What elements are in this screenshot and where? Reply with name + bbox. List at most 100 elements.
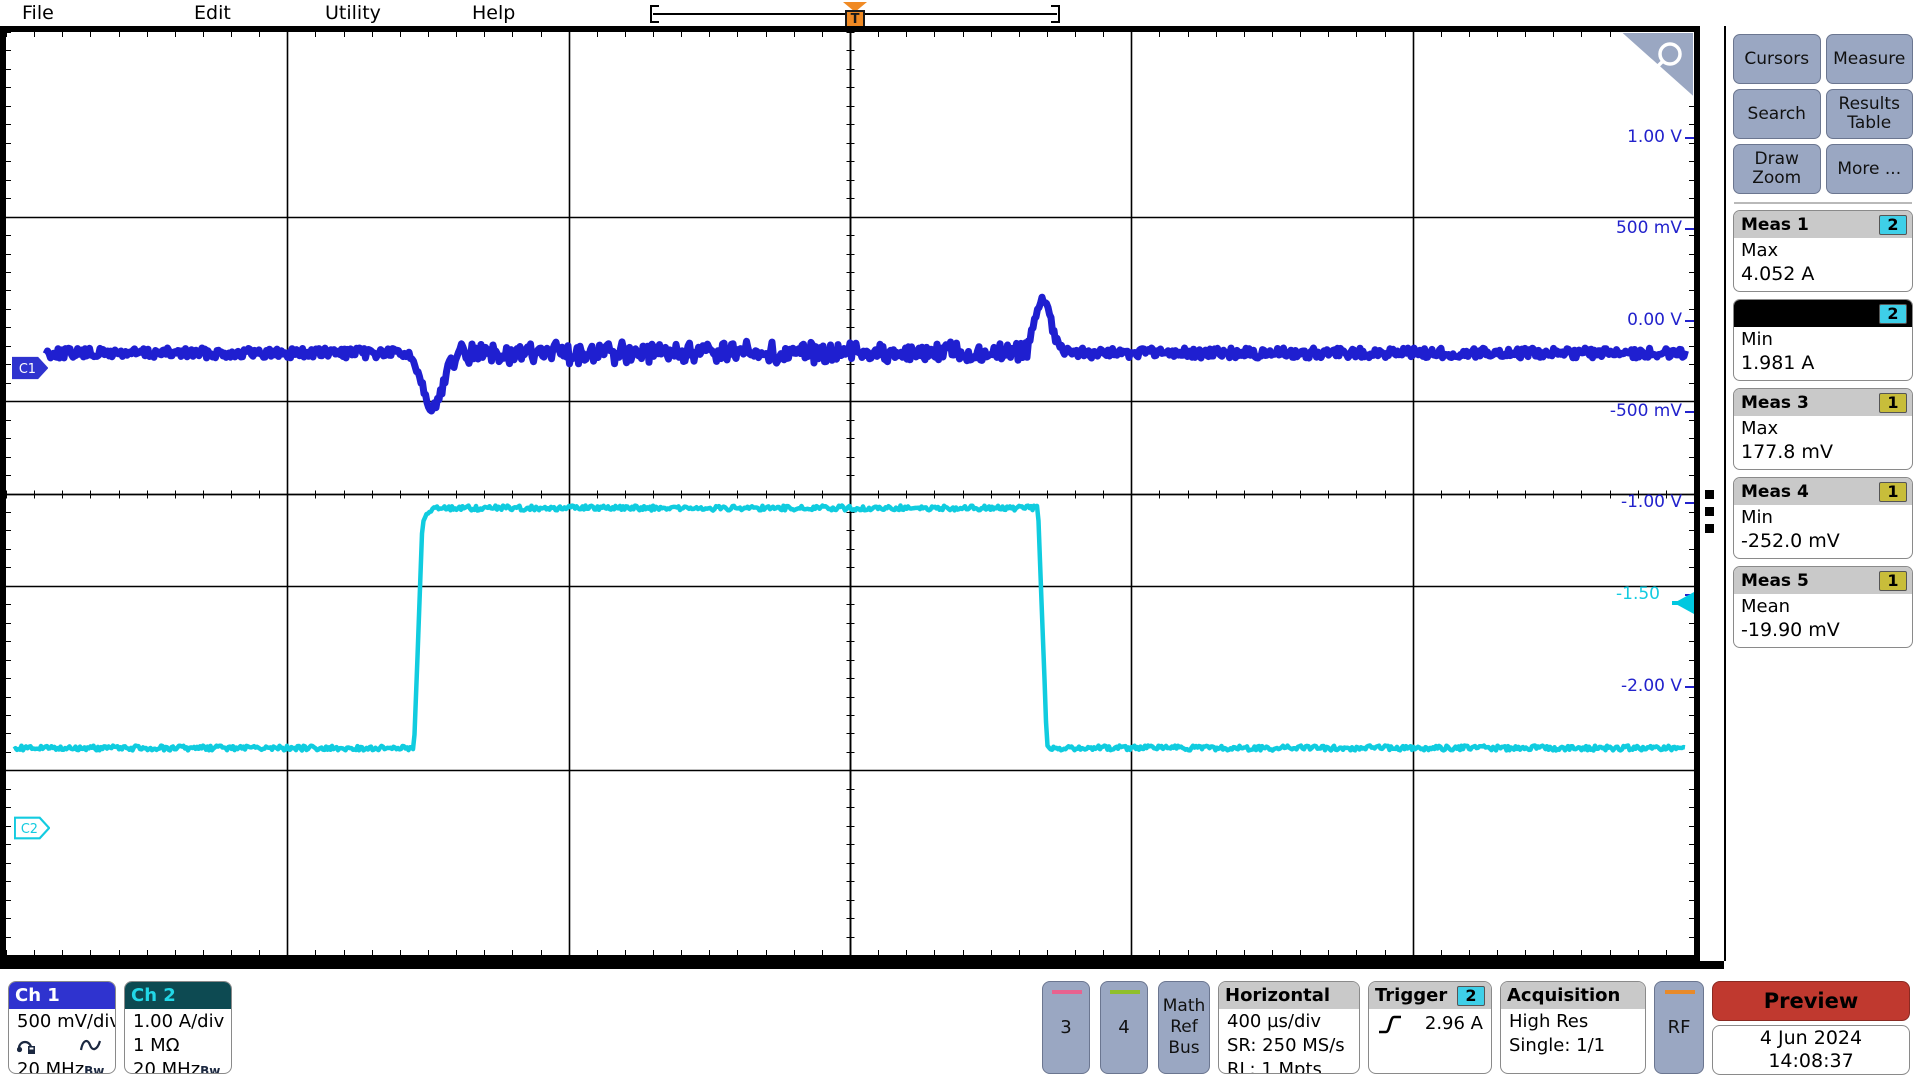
trigger-card[interactable]: Trigger 2 2.96 A <box>1368 981 1492 1074</box>
timeline-scrollbar[interactable]: T <box>645 2 1065 30</box>
measurement-value: 1.981 A <box>1741 352 1815 374</box>
measurement-type: Min <box>1741 329 1773 350</box>
trigger-level-arrow-icon[interactable] <box>1674 592 1694 614</box>
channel-3-button[interactable]: 3 <box>1042 981 1090 1074</box>
acquisition-card[interactable]: Acquisition High Res Single: 1/1 <box>1500 981 1646 1074</box>
measurement-source-badge: 2 <box>1879 303 1907 324</box>
menu-item-file[interactable]: File <box>22 2 54 24</box>
v-tick-3 <box>1685 320 1694 322</box>
v-label-3: 0.00 V <box>1627 310 1682 330</box>
channel-2-card[interactable]: Ch 2 1.00 A/div 1 MΩ 20 MHzBw <box>124 981 232 1074</box>
channel-2-bandwidth: 20 MHzBw <box>133 1058 223 1074</box>
rf-color-bar <box>1665 990 1695 994</box>
v-label-4: -500 mV <box>1609 401 1682 421</box>
waveform-grid[interactable]: C1 C2 1.00 V 500 mV 0.00 V -500 mV -1.00… <box>6 32 1694 955</box>
channel-1-bandwidth: 20 MHzBw <box>17 1058 107 1074</box>
measurement-value: -252.0 mV <box>1741 530 1840 552</box>
horizontal-sample-rate: SR: 250 MS/s <box>1227 1035 1345 1056</box>
measure-button[interactable]: Measure <box>1825 34 1913 84</box>
channel-1-card[interactable]: Ch 1 500 mV/div 20 MHzBw <box>8 981 116 1074</box>
measurement-value: 177.8 mV <box>1741 441 1833 463</box>
timeline-bracket-right <box>1051 5 1060 23</box>
waveform-display-frame: C1 C2 1.00 V 500 mV 0.00 V -500 mV -1.00… <box>0 26 1700 961</box>
panel-resize-handle[interactable] <box>1703 490 1717 534</box>
measurement-type: Min <box>1741 507 1773 528</box>
trigger-body: 2.96 A <box>1369 1009 1491 1037</box>
measurement-title: Meas 5 <box>1741 570 1809 591</box>
v-tick-1 <box>1685 137 1694 139</box>
bottom-status-bar: Ch 1 500 mV/div 20 MHzBw Ch 2 1.00 A/div… <box>0 961 1920 1080</box>
measurement-header: 2 <box>1734 300 1912 327</box>
measurement-header: Meas 1 2 <box>1734 211 1912 238</box>
draw-zoom-button[interactable]: Draw Zoom <box>1733 144 1821 194</box>
sidebar-divider <box>1734 202 1912 204</box>
measurement-body: Max 4.052 A <box>1734 238 1912 291</box>
channel-2-body: 1.00 A/div 1 MΩ 20 MHzBw <box>125 1009 231 1074</box>
trigger-title: Trigger <box>1375 985 1448 1006</box>
measurement-card[interactable]: Meas 4 1 Min -252.0 mV <box>1733 477 1913 559</box>
acquisition-title: Acquisition <box>1501 982 1645 1009</box>
search-button[interactable]: Search <box>1733 89 1821 139</box>
horizontal-record-length: RL: 1 Mpts <box>1227 1059 1322 1074</box>
cursors-button[interactable]: Cursors <box>1733 34 1821 84</box>
measurement-card[interactable]: Meas 1 2 Max 4.052 A <box>1733 210 1913 292</box>
horizontal-title: Horizontal <box>1219 982 1359 1009</box>
channel-marker-c1[interactable]: C1 <box>6 354 48 382</box>
measurement-header: Meas 4 1 <box>1734 478 1912 505</box>
clock-date: 4 Jun 2024 <box>1759 1027 1863 1049</box>
clock-time: 14:08:37 <box>1768 1050 1854 1072</box>
measurement-card[interactable]: Meas 3 1 Max 177.8 mV <box>1733 388 1913 470</box>
right-sidebar: Cursors Measure Search Results Table Dra… <box>1724 26 1920 961</box>
waveform-traces <box>12 293 1689 753</box>
measurement-source-badge: 2 <box>1879 214 1907 235</box>
channel-3-color-bar <box>1052 990 1082 994</box>
channel-marker-c2[interactable]: C2 <box>8 814 50 842</box>
magnifier-icon[interactable] <box>1620 32 1694 98</box>
v-label-1: 1.00 V <box>1627 127 1682 147</box>
sidebar-button-grid: Cursors Measure Search Results Table Dra… <box>1730 32 1916 200</box>
v-label-7: -2.00 V <box>1620 676 1682 696</box>
rf-button[interactable]: RF <box>1654 981 1704 1074</box>
horizontal-card[interactable]: Horizontal 400 µs/div SR: 250 MS/s RL: 1… <box>1218 981 1360 1074</box>
svg-text:C1: C1 <box>19 362 36 377</box>
measurement-value: 4.052 A <box>1741 263 1815 285</box>
v-tick-2 <box>1685 228 1694 230</box>
measurement-type: Mean <box>1741 596 1791 617</box>
channel-4-label: 4 <box>1118 1017 1130 1038</box>
measurement-body: Min -252.0 mV <box>1734 505 1912 558</box>
v-tick-4 <box>1685 411 1694 413</box>
measurement-card[interactable]: 2 Min 1.981 A <box>1733 299 1913 381</box>
horizontal-body: 400 µs/div SR: 250 MS/s RL: 1 Mpts <box>1219 1009 1359 1074</box>
v-label-5: -1.00 V <box>1620 492 1682 512</box>
measurement-header: Meas 3 1 <box>1734 389 1912 416</box>
preview-button[interactable]: Preview <box>1712 981 1910 1021</box>
menu-item-edit[interactable]: Edit <box>194 2 231 24</box>
channel-1-title: Ch 1 <box>9 982 115 1009</box>
channel-2-title: Ch 2 <box>125 982 231 1009</box>
trigger-level: 2.96 A <box>1424 1013 1483 1034</box>
channel-2-bw-text: 20 MHz <box>133 1059 201 1074</box>
math-ref-bus-button[interactable]: Math Ref Bus <box>1158 981 1210 1074</box>
menu-item-help[interactable]: Help <box>472 2 515 24</box>
channel-4-button[interactable]: 4 <box>1100 981 1148 1074</box>
measurement-title: Meas 4 <box>1741 481 1809 502</box>
channel-4-color-bar <box>1110 990 1140 994</box>
measurement-body: Min 1.981 A <box>1734 327 1912 380</box>
measurement-source-badge: 1 <box>1879 392 1907 413</box>
menu-item-utility[interactable]: Utility <box>325 2 381 24</box>
measurement-card[interactable]: Meas 5 1 Mean -19.90 mV <box>1733 566 1913 648</box>
v-label-2: 500 mV <box>1615 218 1682 238</box>
trigger-level-label: -1.50 <box>1616 584 1660 604</box>
acquisition-count: Single: 1/1 <box>1509 1035 1606 1056</box>
timeline-bracket-left <box>650 5 659 23</box>
channel-1-icons <box>17 1034 107 1058</box>
measurement-title: Meas 3 <box>1741 392 1809 413</box>
measurement-source-badge: 1 <box>1879 570 1907 591</box>
channel-1-scale: 500 mV/div <box>17 1011 116 1032</box>
results-table-button[interactable]: Results Table <box>1825 89 1913 139</box>
channel-1-bw-text: 20 MHz <box>17 1059 85 1074</box>
measurement-type: Max <box>1741 418 1779 439</box>
svg-text:C2: C2 <box>21 822 38 837</box>
more-button[interactable]: More ... <box>1825 144 1913 194</box>
channel-2-bw-suffix: Bw <box>200 1064 221 1074</box>
